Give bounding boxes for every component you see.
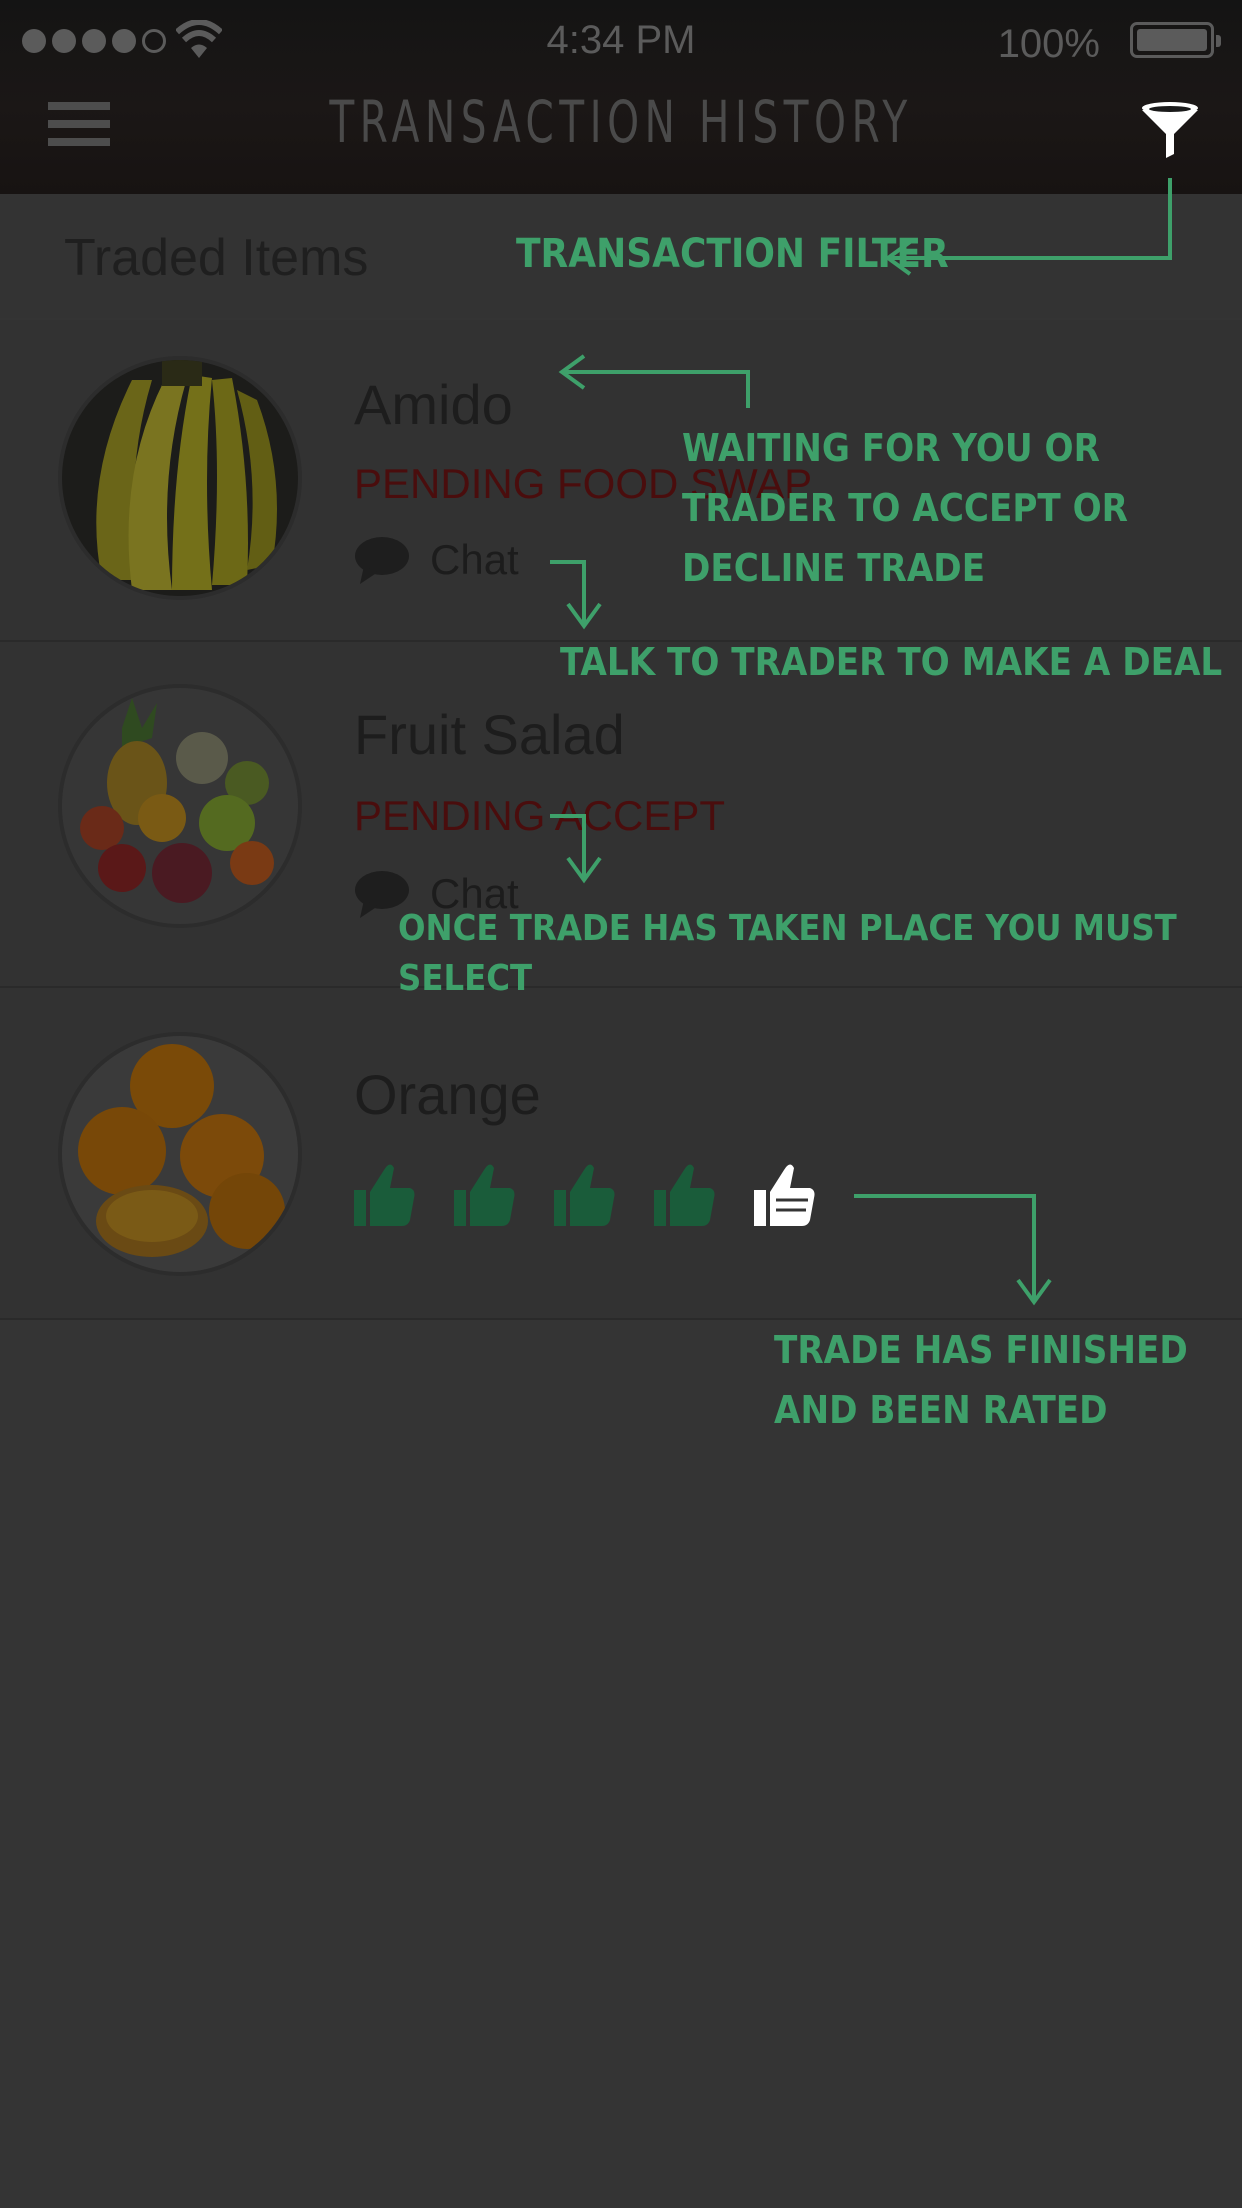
annotation-rated: TRADE HAS FINISHED AND BEEN RATED — [774, 1328, 1188, 1432]
annotation-chat: TALK TO TRADER TO MAKE A DEAL — [560, 640, 1223, 684]
annotation-select: ONCE TRADE HAS TAKEN PLACE YOU MUST SELE… — [398, 908, 1177, 1000]
annotation-transaction-filter: TRANSACTION FILTER — [516, 231, 949, 277]
annotation-arrows — [550, 178, 1172, 1306]
annotation-pending: WAITING FOR YOU OR TRADER TO ACCEPT OR D… — [682, 426, 1128, 590]
